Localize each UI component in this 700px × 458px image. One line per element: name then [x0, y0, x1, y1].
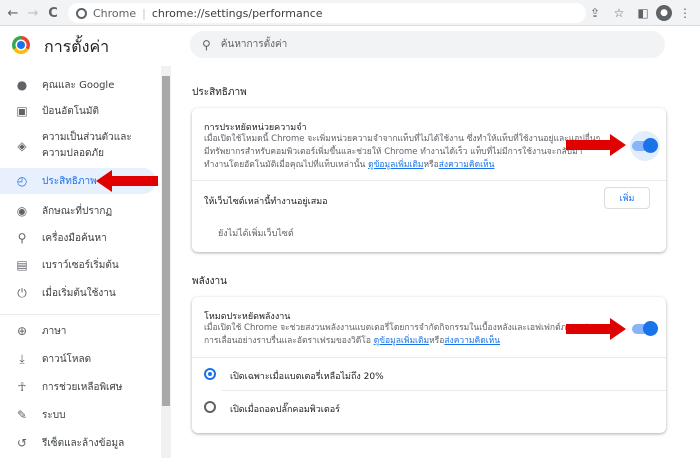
sidebar-item-label: การช่วยเหลือพิเศษ — [42, 381, 123, 393]
annotation-arrow-memory-saver — [566, 134, 626, 156]
address-bar[interactable]: Chrome | chrome://settings/performance — [68, 3, 586, 23]
sidebar-item-autofill[interactable]: ▣ ป้อนอัตโนมัติ — [0, 102, 156, 120]
energy-saver-learn-more-link[interactable]: ดูข้อมูลเพิ่มเติม — [374, 336, 429, 346]
bookmark-star-icon[interactable]: ☆ — [608, 2, 630, 24]
no-sites-text: ยังไม่ได้เพิ่มเว็บไซต์ — [218, 229, 294, 239]
energy-saver-feedback-link[interactable]: ส่งความคิดเห็น — [444, 336, 500, 346]
memory-saver-or-text: หรือ — [423, 160, 439, 170]
sidebar-divider — [0, 314, 160, 315]
back-icon[interactable]: ← — [2, 2, 24, 24]
memory-saver-toggle[interactable] — [632, 138, 658, 153]
sidebar-item-default-browser[interactable]: ▤ เบราว์เซอร์เริ่มต้น — [0, 256, 156, 274]
search-placeholder: ค้นหาการตั้งค่า — [220, 39, 288, 50]
add-site-button[interactable]: เพิ่ม — [604, 187, 650, 209]
toggle-knob — [643, 321, 658, 336]
sidebar-item-label: เบราว์เซอร์เริ่มต้น — [42, 259, 119, 271]
scrollbar-thumb[interactable] — [162, 76, 170, 406]
sidebar-item-you-and-google[interactable]: ● คุณและ Google — [0, 76, 156, 94]
sidebar-item-accessibility[interactable]: ☥ การช่วยเหลือพิเศษ — [0, 378, 156, 396]
sidebar-item-languages[interactable]: ⊕ ภาษา — [0, 322, 156, 340]
energy-saver-description: เมื่อเปิดใช้ Chrome จะช่วยสงวนพลังงานแบต… — [204, 322, 604, 348]
chrome-icon — [76, 7, 87, 19]
sidebar-item-label: เครื่องมือค้นหา — [42, 232, 107, 244]
forward-icon[interactable]: → — [22, 2, 44, 24]
memory-saver-title: การประหยัดหน่วยความจำ — [204, 123, 307, 133]
chrome-label: Chrome — [93, 6, 137, 20]
power-icon: ⏻ — [17, 285, 27, 300]
performance-card: การประหยัดหน่วยความจำ เมื่อเปิดใช้โหมดนี… — [192, 108, 666, 252]
search-icon: ⚲ — [17, 231, 27, 245]
sidebar-item-label: ระบบ — [42, 409, 66, 421]
memory-saver-description: เมื่อเปิดใช้โหมดนี้ Chrome จะเพิ่มหน่วยค… — [204, 133, 604, 172]
radio-battery-below-20[interactable] — [204, 368, 216, 380]
browser-icon: ▤ — [16, 258, 28, 272]
card-divider — [192, 180, 666, 181]
clipboard-icon: ▣ — [16, 104, 28, 118]
speedometer-icon: ◴ — [16, 174, 28, 188]
card-divider — [192, 357, 666, 358]
side-panel-icon[interactable]: ◧ — [632, 2, 654, 24]
share-icon[interactable]: ⇪ — [584, 2, 606, 24]
reload-icon[interactable]: C — [42, 2, 64, 24]
profile-avatar[interactable]: ● — [656, 5, 672, 21]
energy-saver-toggle[interactable] — [632, 321, 658, 336]
radio-unplugged[interactable] — [204, 401, 216, 413]
sidebar-item-on-startup[interactable]: ⏻ เมื่อเริ่มต้นใช้งาน — [0, 284, 156, 302]
url-separator: | — [142, 6, 146, 20]
search-settings-input[interactable]: ⚲ ค้นหาการตั้งค่า — [190, 31, 665, 58]
palette-icon: ◉ — [16, 204, 28, 218]
sidebar-item-privacy[interactable]: ◈ ความเป็นส่วนตัวและความปลอดภัย — [0, 130, 156, 162]
radio-label-unplugged: เปิดเมื่อถอดปลั๊กคอมพิวเตอร์ — [230, 405, 340, 415]
sidebar-item-label: ความเป็นส่วนตัวและความปลอดภัย — [42, 132, 132, 159]
chrome-logo — [12, 36, 30, 54]
radio-label-battery-below-20: เปิดเฉพาะเมื่อแบตเตอรี่เหลือไม่ถึง 20% — [230, 372, 384, 382]
always-active-title: ให้เว็บไซต์เหล่านี้ทำงานอยู่เสมอ — [204, 197, 328, 207]
sidebar-item-label: ลักษณะที่ปรากฏ — [42, 205, 113, 217]
download-icon: ⤓ — [19, 351, 25, 366]
sidebar: ● คุณและ Google ▣ ป้อนอัตโนมัติ ◈ ความเป… — [0, 68, 160, 458]
sidebar-item-label: ภาษา — [42, 325, 67, 337]
shield-icon: ◈ — [17, 139, 27, 153]
sidebar-item-reset[interactable]: ↺ รีเซ็ตและล้างข้อมูล — [0, 434, 156, 452]
sidebar-item-label: ป้อนอัตโนมัติ — [42, 105, 99, 117]
section-title-performance: ประสิทธิภาพ — [192, 87, 247, 98]
memory-saver-learn-more-link[interactable]: ดูข้อมูลเพิ่มเติม — [368, 160, 423, 170]
menu-icon[interactable]: ⋮ — [674, 2, 696, 24]
search-icon: ⚲ — [202, 37, 211, 52]
memory-saver-feedback-link[interactable]: ส่งความคิดเห็น — [439, 160, 495, 170]
wrench-icon: ✎ — [16, 408, 28, 422]
energy-saver-title: โหมดประหยัดพลังงาน — [204, 312, 291, 322]
sidebar-scrollbar[interactable] — [161, 66, 171, 458]
toggle-knob — [643, 138, 658, 153]
sidebar-item-system[interactable]: ✎ ระบบ — [0, 406, 156, 424]
reset-icon: ↺ — [16, 436, 28, 450]
sidebar-item-label: ดาวน์โหลด — [42, 353, 92, 365]
sidebar-item-search-engine[interactable]: ⚲ เครื่องมือค้นหา — [0, 229, 156, 247]
energy-saver-or-text: หรือ — [429, 336, 445, 346]
card-divider — [222, 390, 666, 391]
section-title-energy: พลังงาน — [192, 276, 227, 287]
browser-toolbar: ← → C Chrome | chrome://settings/perform… — [0, 0, 700, 26]
sidebar-item-label: ประสิทธิภาพ — [42, 175, 97, 187]
page-title: การตั้งค่า — [44, 37, 110, 56]
globe-icon: ⊕ — [16, 324, 28, 338]
sidebar-item-label: คุณและ Google — [42, 79, 115, 91]
sidebar-item-label: รีเซ็ตและล้างข้อมูล — [42, 437, 125, 449]
sidebar-item-downloads[interactable]: ⤓ ดาวน์โหลด — [0, 350, 156, 368]
accessibility-icon: ☥ — [17, 380, 27, 394]
person-icon: ● — [16, 78, 28, 92]
sidebar-item-label: เมื่อเริ่มต้นใช้งาน — [42, 287, 116, 299]
annotation-arrow-energy-saver — [566, 318, 626, 340]
url-text: chrome://settings/performance — [151, 6, 323, 20]
sidebar-item-appearance[interactable]: ◉ ลักษณะที่ปรากฏ — [0, 202, 156, 220]
annotation-arrow-sidebar — [96, 170, 158, 192]
